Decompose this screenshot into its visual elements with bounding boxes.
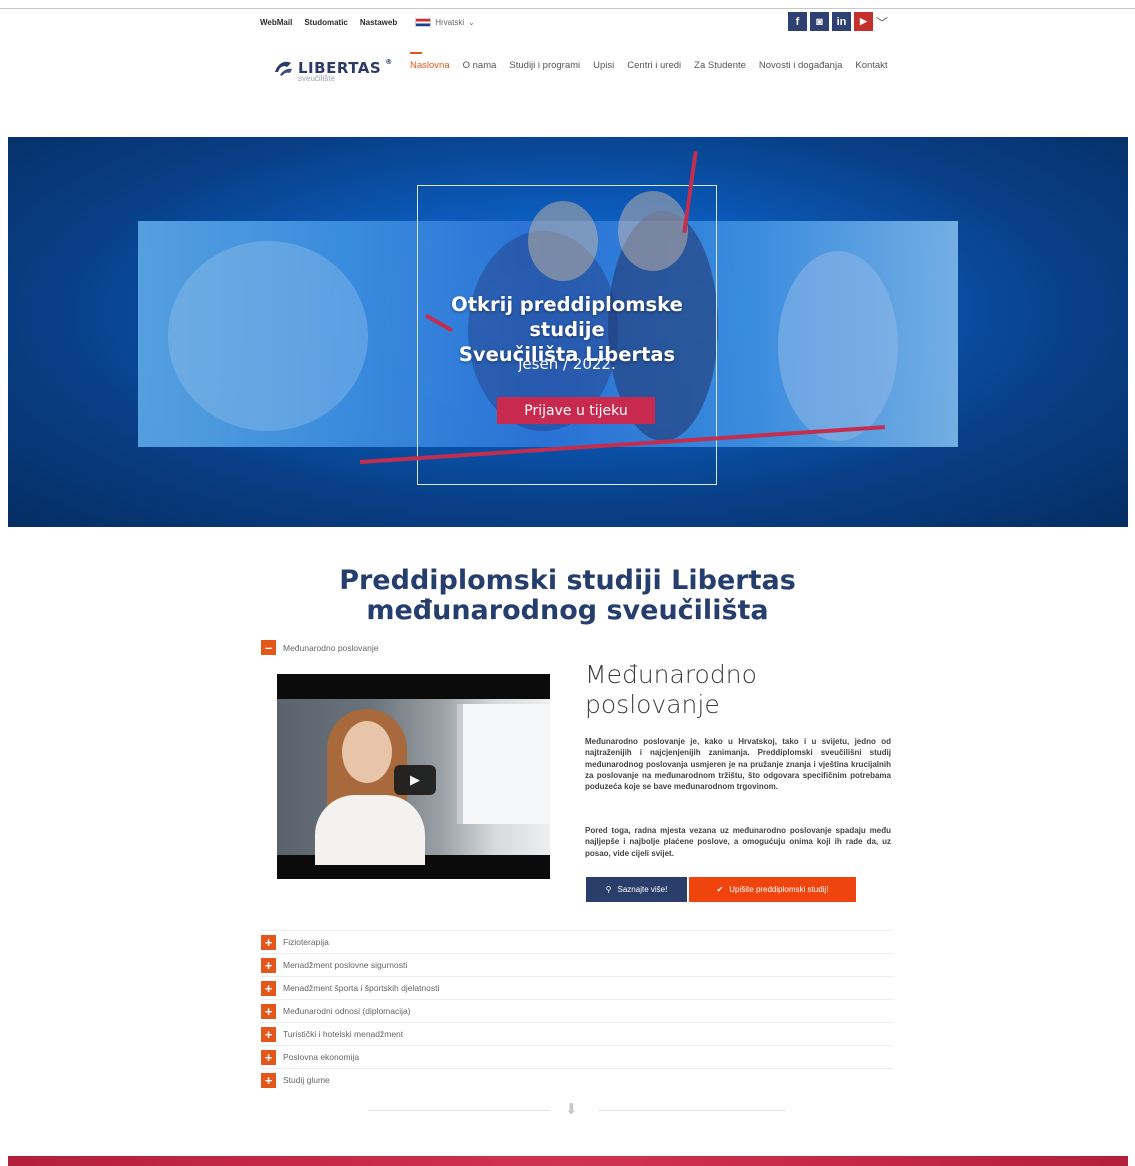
croatia-flag-icon (415, 18, 432, 27)
accordion-label: Međunarodno poslovanje (283, 642, 379, 653)
accordion-label: Međunarodni odnosi (diplomacija) (283, 1006, 411, 1016)
language-selector[interactable]: Hrvatski ⌄ (415, 18, 475, 27)
nav-item-novosti[interactable]: Novosti i događanja (759, 60, 842, 71)
enroll-label: Upišite preddiplomski studij! (729, 885, 829, 894)
utility-bar: WebMail Studomatic Nastaweb Hrvatski ⌄ (260, 18, 475, 27)
footer-bar (8, 1156, 1128, 1166)
accordion-item[interactable]: + Studij glume (261, 1068, 893, 1091)
instagram-icon[interactable]: ◙ (810, 12, 829, 31)
accordion-label: Turistički i hotelski menadžment (283, 1029, 404, 1039)
play-icon[interactable]: ▶ (394, 765, 436, 795)
logo-text: LIBERTAS (298, 59, 382, 77)
chevron-down-icon: ⌄ (468, 18, 475, 27)
video-player[interactable]: ▶ (277, 674, 550, 879)
language-label: Hrvatski (435, 18, 465, 27)
registered-mark: ® (385, 58, 393, 66)
map-pin-icon: ⚲ (605, 885, 612, 894)
accordion-label: Menadžment športa i športskih djelatnost… (283, 983, 440, 993)
hero-title-line1: Otkrij preddiplomske studije (451, 293, 683, 341)
accordion-item-open[interactable]: – Međunarodno poslovanje (261, 640, 378, 655)
nav-item-kontakt[interactable]: Kontakt (855, 60, 887, 71)
libertas-logo-icon (272, 58, 294, 78)
program-title: Međunarodno poslovanje (585, 660, 885, 720)
program-accordion: + Fizioterapija + Menadžment poslovne sigu… (261, 930, 893, 1091)
nav-item-naslovna[interactable]: Naslovna (410, 52, 450, 71)
minus-icon: – (261, 640, 276, 655)
expand-chevron-icon[interactable]: ﹀ (876, 14, 888, 31)
plus-icon: + (261, 1003, 276, 1019)
section-title-line1: Preddiplomski studiji Libertas (339, 565, 796, 596)
plus-icon: + (261, 1049, 276, 1065)
top-border (0, 8, 1135, 9)
plus-icon: + (261, 980, 276, 996)
accordion-label: Fizioterapija (283, 937, 329, 947)
accordion-item[interactable]: + Turistički i hotelski menadžment (261, 1022, 893, 1045)
accordion-label: Studij glume (283, 1075, 330, 1085)
accordion-item[interactable]: + Menadžment športa i športskih djelatnos… (261, 976, 893, 999)
webmail-link[interactable]: WebMail (260, 18, 292, 27)
accordion-label: Poslovna ekonomija (283, 1052, 360, 1062)
nav-item-za-studente[interactable]: Za Studente (694, 60, 746, 71)
checkmark-icon: ✔ (716, 885, 724, 894)
program-title-line2: poslovanje (585, 690, 720, 719)
nav-item-centri[interactable]: Centri i uredi (627, 60, 681, 71)
accordion-item[interactable]: + Poslovna ekonomija (261, 1045, 893, 1068)
section-title-line2: međunarodnog sveučilišta (366, 595, 769, 626)
plus-icon: + (261, 1026, 276, 1042)
learn-more-button[interactable]: ⚲ Saznajte više! (586, 877, 687, 902)
learn-more-label: Saznajte više! (617, 885, 668, 894)
linkedin-icon[interactable]: in (832, 12, 851, 31)
enroll-button[interactable]: ✔ Upišite preddiplomski studij! (689, 877, 856, 902)
youtube-icon[interactable]: ▶ (854, 12, 873, 31)
nav-item-upisi[interactable]: Upisi (593, 60, 614, 71)
accordion-item[interactable]: + Menadžment poslovne sigurnosti (261, 953, 893, 976)
accordion-label: Menadžment poslovne sigurnosti (283, 960, 408, 970)
nav-item-studiji[interactable]: Studiji i programi (509, 60, 580, 71)
nav-item-o-nama[interactable]: O nama (463, 60, 497, 71)
program-description: Međunarodno poslovanje je, kako u Hrvats… (585, 737, 891, 792)
program-description-2: Pored toga, radna mjesta vezana uz međun… (585, 826, 891, 858)
plus-icon: + (261, 934, 276, 950)
nastaweb-link[interactable]: Nastaweb (360, 18, 397, 27)
studomatic-link[interactable]: Studomatic (304, 18, 348, 27)
program-title-line1: Međunarodno (585, 660, 757, 689)
divider (598, 1110, 786, 1111)
section-title: Preddiplomski studiji Libertas međunarod… (0, 566, 1135, 626)
plus-icon: + (261, 1072, 276, 1088)
facebook-icon[interactable]: f (788, 12, 807, 31)
main-nav: Naslovna O nama Studiji i programi Upisi… (410, 52, 888, 71)
accordion-item[interactable]: + Međunarodni odnosi (diplomacija) (261, 999, 893, 1022)
logo-subtitle: sveučilište (298, 74, 335, 83)
arrow-down-icon[interactable]: ⬇ (565, 1100, 578, 1118)
divider (368, 1110, 550, 1111)
accordion-item[interactable]: + Fizioterapija (261, 930, 893, 953)
plus-icon: + (261, 957, 276, 973)
social-links: f ◙ in ▶ (788, 12, 873, 31)
hero-subtitle: jesen / 2022. (518, 355, 616, 373)
apply-button[interactable]: Prijave u tijeku (497, 397, 655, 424)
hero-banner: Otkrij preddiplomske studije Sveučilišta… (8, 137, 1128, 527)
